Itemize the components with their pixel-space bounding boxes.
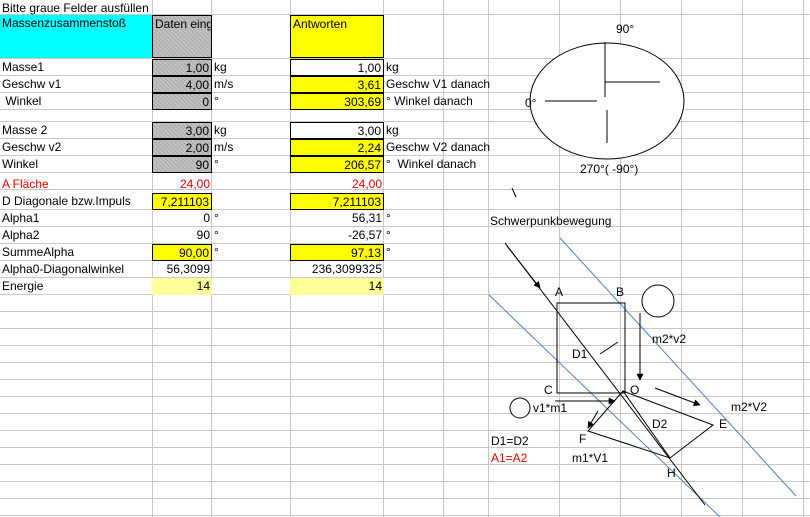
point-c: C (544, 383, 553, 397)
trajectory-arrow (506, 245, 541, 289)
mass2-circle (641, 284, 675, 318)
small-tick-line (511, 187, 517, 198)
equation-a1-a2: A1=A2 (491, 451, 528, 465)
point-o: O (630, 383, 640, 397)
d1-marker (599, 341, 619, 355)
impulse-rectangle (556, 302, 626, 394)
label-v1m1: v1*m1 (533, 401, 568, 415)
label-d1: D1 (572, 347, 588, 361)
point-a: A (555, 285, 564, 299)
point-e: E (719, 417, 728, 431)
point-h: H (667, 466, 676, 480)
label-m2V2: m2*V2 (731, 400, 768, 414)
collision-diagram (488, 187, 797, 517)
point-b: B (616, 285, 625, 299)
equation-d1-d2: D1=D2 (491, 434, 529, 448)
label-m2v2: m2*v2 (652, 332, 687, 346)
spreadsheet: Bitte graue Felder ausfüllen Massenzusam… (0, 0, 810, 517)
diagram-title: Schwerpunkbewegung (490, 214, 612, 228)
point-f: F (579, 432, 587, 446)
label-m1V1: m1*V1 (572, 451, 609, 465)
m2V2-arrow (654, 387, 701, 407)
mass1-circle (509, 397, 531, 419)
label-d2: D2 (652, 417, 668, 431)
